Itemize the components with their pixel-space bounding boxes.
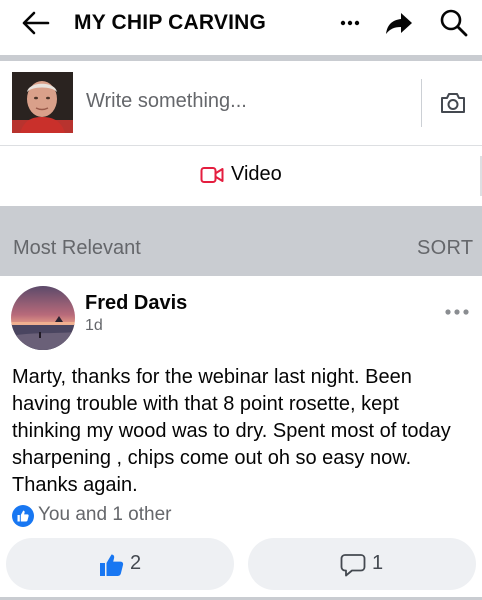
share-icon[interactable] — [384, 9, 414, 37]
author-avatar[interactable] — [11, 286, 75, 350]
group-title: MY CHIP CARVING — [74, 11, 267, 34]
sort-button[interactable]: SORT — [417, 237, 473, 260]
sort-bar: Most Relevant SORT — [0, 206, 482, 276]
video-button[interactable]: Video — [0, 146, 482, 206]
like-button[interactable]: 2 — [6, 538, 234, 590]
thumbs-up-icon — [99, 553, 125, 577]
video-label: Video — [231, 163, 282, 185]
like-count: 2 — [130, 552, 142, 574]
post-more-icon[interactable] — [443, 304, 471, 315]
back-arrow-icon[interactable] — [20, 8, 52, 38]
more-icon[interactable] — [336, 12, 364, 34]
post-body: Marty, thanks for the webinar last night… — [12, 366, 451, 496]
camera-icon[interactable] — [440, 91, 466, 115]
user-avatar — [12, 72, 73, 133]
post-author[interactable]: Fred Davis — [85, 292, 187, 315]
post-card: Fred Davis 1d Marty, thanks for the webi… — [0, 276, 482, 600]
comment-icon — [340, 553, 366, 577]
top-bar: MY CHIP CARVING — [0, 0, 482, 46]
reactions-text: You and 1 other — [38, 504, 172, 525]
comment-count: 1 — [372, 552, 384, 574]
sort-current-label: Most Relevant — [13, 237, 141, 259]
composer-divider — [421, 79, 422, 127]
post-timestamp[interactable]: 1d — [85, 317, 103, 335]
like-badge-icon — [12, 505, 34, 527]
video-icon — [200, 165, 224, 185]
composer: Write something... — [0, 61, 482, 145]
comment-button[interactable]: 1 — [248, 538, 476, 590]
post-composer-input[interactable]: Write something... — [86, 90, 247, 113]
search-icon[interactable] — [438, 7, 470, 39]
